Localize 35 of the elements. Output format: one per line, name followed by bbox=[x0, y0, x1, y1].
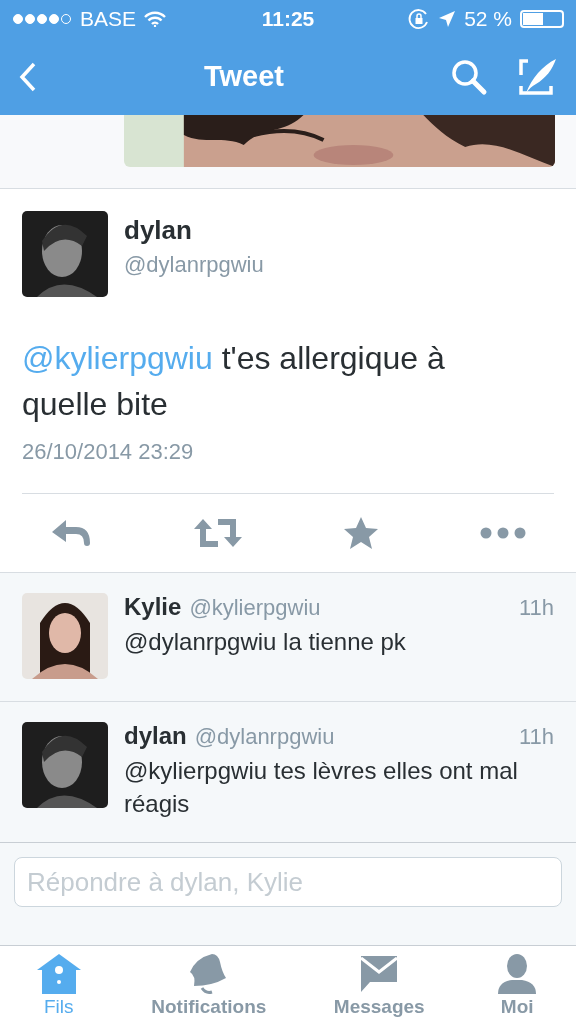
more-icon[interactable] bbox=[479, 526, 526, 540]
reply-field[interactable]: Répondre à dylan, Kylie bbox=[14, 857, 562, 907]
reply-text: @kylierpgwiu tes lèvres elles ont mal réagis bbox=[124, 756, 519, 819]
tab-bar-item[interactable]: Moi bbox=[492, 952, 543, 1018]
reply-time: 11h bbox=[518, 724, 554, 750]
tab-bar-item[interactable]: Fils bbox=[33, 952, 84, 1018]
author-handle: @dylanrpgwiu bbox=[124, 252, 264, 278]
tab-bar-item[interactable]: Messages bbox=[333, 952, 425, 1018]
star-icon[interactable] bbox=[343, 516, 380, 550]
rotation-lock-icon bbox=[408, 8, 431, 30]
search-icon[interactable] bbox=[450, 57, 488, 96]
location-icon bbox=[438, 10, 457, 28]
tweet-text: @kylierpgwiu t'es allergique à quelle bite bbox=[22, 339, 446, 424]
screen-title: Tweet bbox=[203, 60, 284, 93]
reply-author-handle: @kylierpgwiu bbox=[189, 595, 321, 621]
reply-author-name: dylan bbox=[124, 722, 187, 750]
reply-author-name: Kylie bbox=[124, 593, 182, 621]
tab-bar-item[interactable]: Notifications bbox=[151, 952, 267, 1018]
reply-author-handle: @dylanrpgwiu bbox=[194, 724, 335, 750]
battery-percent: 52 % bbox=[464, 7, 512, 31]
reply-icon[interactable] bbox=[50, 518, 92, 548]
status-time: 11:25 bbox=[261, 7, 315, 31]
mention-link[interactable]: @kylierpgwiu bbox=[22, 340, 213, 376]
compose-icon[interactable] bbox=[518, 57, 558, 96]
tweet-date: 26/10/2014 23:29 bbox=[22, 439, 195, 465]
reply-text: @dylanrpgwiu la tienne pk bbox=[124, 627, 407, 657]
author-name: dylan bbox=[124, 215, 193, 246]
retweet-icon[interactable] bbox=[192, 517, 243, 549]
avatar[interactable] bbox=[22, 593, 108, 679]
signal-icon bbox=[12, 13, 72, 25]
back-button[interactable] bbox=[18, 60, 38, 93]
wifi-icon bbox=[144, 11, 167, 27]
battery-icon bbox=[520, 10, 564, 28]
carrier-name: BASE bbox=[80, 7, 137, 31]
reply-time: 11h bbox=[518, 595, 554, 621]
